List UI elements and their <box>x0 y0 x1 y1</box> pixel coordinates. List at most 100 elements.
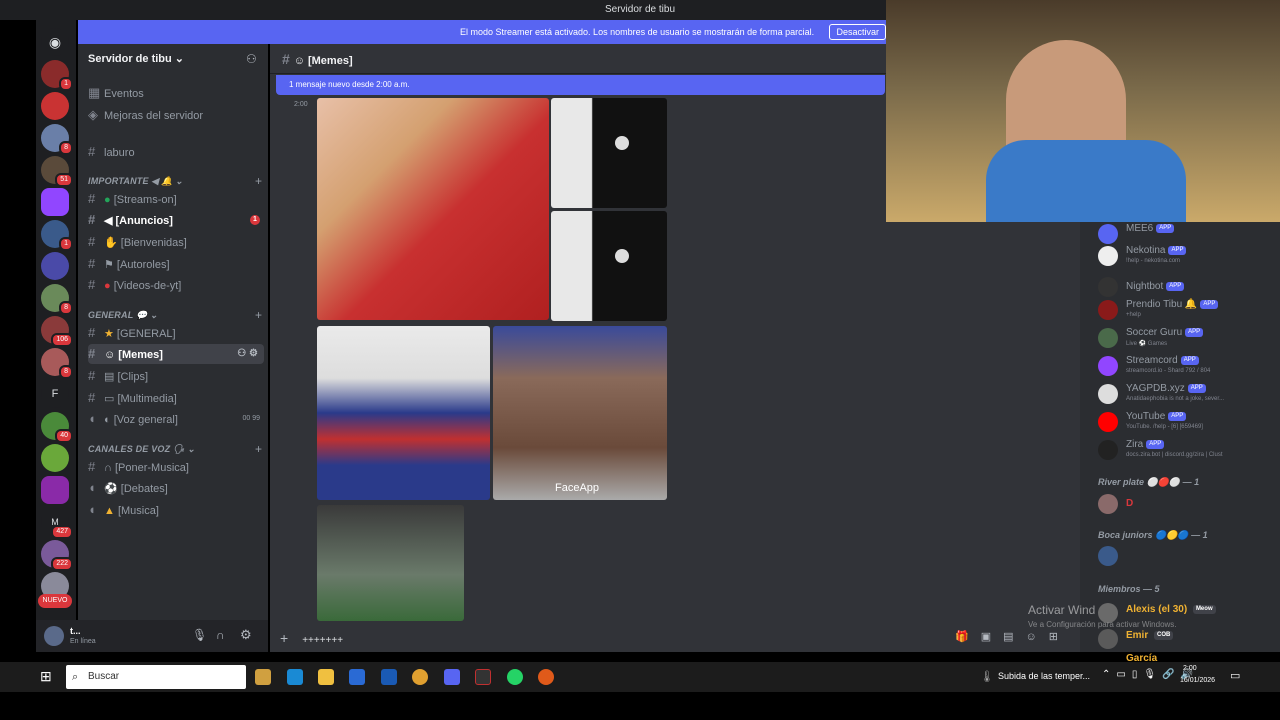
channel-multimedia[interactable]: # ▭ [Multimedia] <box>88 388 264 408</box>
server-icon-f[interactable]: F <box>41 380 69 408</box>
channel-title: [Memes] <box>307 55 353 67</box>
server-icon-8[interactable]: 8 <box>41 284 73 315</box>
discord-home-icon[interactable]: ◉ <box>41 28 69 56</box>
deactivate-button[interactable]: Desactivar <box>829 24 886 40</box>
category-voice[interactable]: CANALES DE VOZ 🗣 ⌄ <box>88 444 195 455</box>
channel-memes[interactable]: # ☺ [Memes] ⚇ ⚙ <box>88 344 264 364</box>
message-composer[interactable]: + +++++++ 🎁▣▤☺⊞ <box>280 630 1070 646</box>
channel-poner-musica[interactable]: # ∩ [Poner-Musica] <box>88 457 264 477</box>
clock-date[interactable]: 16/01/2026 <box>1180 677 1215 684</box>
add-channel-icon[interactable]: + <box>255 174 262 188</box>
member-boca[interactable] <box>1098 544 1278 570</box>
category-general[interactable]: GENERAL 💬 ⌄ <box>88 310 158 321</box>
channel-bienvenidas[interactable]: # ✋ [Bienvenidas] <box>88 232 264 252</box>
composer-text: +++++++ <box>302 635 344 646</box>
server-icon-3[interactable]: 8 <box>41 124 73 155</box>
outlook-icon[interactable] <box>381 669 397 685</box>
channel-debates[interactable]: ◖ ⚽ [Debates] <box>88 478 264 498</box>
member-soccer-guru[interactable]: Soccer Guru APP Live ⚽ Games <box>1098 326 1278 352</box>
member-nekotina[interactable]: Nekotina APP !help - nekotina.com <box>1098 244 1278 270</box>
notifications-icon[interactable]: ▭ <box>1230 669 1240 682</box>
channel-autoroles[interactable]: # ⚑ [Autoroles] <box>88 254 264 274</box>
meme-image-cat-1[interactable] <box>551 98 667 208</box>
server-badge: 1 <box>59 237 73 251</box>
server-icon-7[interactable] <box>41 252 69 280</box>
server-icon-13[interactable] <box>41 444 69 472</box>
speaker-icon: ◖ <box>88 502 96 517</box>
member-name: MEE6 <box>1126 223 1154 234</box>
chrome-icon[interactable] <box>412 669 428 685</box>
member-prendio-tibu[interactable]: Prendio Tibu 🔔 APP +help <box>1098 298 1278 324</box>
hash-icon: # <box>88 325 96 340</box>
app-badge: APP <box>1185 327 1204 337</box>
channel-laburo[interactable]: # laburo <box>88 142 264 162</box>
server-icon-14[interactable] <box>41 476 69 504</box>
clock-time[interactable]: 2:00 <box>1183 665 1197 672</box>
meme-image-dog[interactable] <box>317 98 549 320</box>
avatar[interactable] <box>44 626 64 646</box>
member-river[interactable]: D <box>1098 492 1278 518</box>
server-icon-4[interactable]: 51 <box>41 156 73 187</box>
weather-text[interactable]: Subida de las temper... <box>998 671 1090 681</box>
twitch-server-icon[interactable] <box>41 188 69 216</box>
member-yagpdb[interactable]: YAGPDB.xyz APP Anatidaephobia is not a jok… <box>1098 382 1278 408</box>
server-icon-1[interactable]: 1 <box>41 60 73 91</box>
app-icon[interactable] <box>538 669 554 685</box>
channel-videos-de-yt[interactable]: # ● [Videos-de-yt] <box>88 275 264 295</box>
taskbar-search[interactable]: ⌕ Buscar <box>66 665 246 689</box>
server-icon-10[interactable]: 8 <box>41 348 73 379</box>
server-icon-16[interactable]: 222 <box>41 540 73 571</box>
weather-icon[interactable]: 🌡 <box>980 670 994 683</box>
meme-image-faceapp[interactable]: FaceApp <box>493 326 667 500</box>
server-icon-m[interactable]: M 427 <box>41 508 73 539</box>
add-member-icon[interactable]: ⚇ <box>246 52 257 66</box>
channel-voz-general[interactable]: ◖ ◐ [Voz general] 00 99 <box>88 409 264 429</box>
faceapp-label: FaceApp <box>555 482 600 494</box>
edge-icon[interactable] <box>287 669 303 685</box>
channel-streams-on[interactable]: # ● [Streams-on] <box>88 189 264 209</box>
channel-anuncios[interactable]: # ◀ [Anuncios] 1 <box>88 210 264 230</box>
calendar-icon: ▦ <box>88 85 101 100</box>
server-badge: 106 <box>51 333 73 347</box>
gear-icon[interactable]: ⚙ <box>240 627 252 643</box>
copilot-icon[interactable] <box>255 669 271 685</box>
boosts-item[interactable]: ◈ Mejoras del servidor <box>88 105 264 125</box>
discord-taskbar-icon[interactable] <box>444 669 460 685</box>
channel-clips[interactable]: # ▤ [Clips] <box>88 366 264 386</box>
avatar <box>1098 384 1118 404</box>
server-icon-9[interactable]: 106 <box>41 316 73 347</box>
member-youtube[interactable]: YouTube APP YouTube. /help - [6] [659469] <box>1098 410 1278 436</box>
add-channel-icon[interactable]: + <box>255 308 262 322</box>
app-badge: APP <box>1168 245 1187 255</box>
microphone-icon[interactable]: 🎙 <box>192 628 207 642</box>
channel-musica[interactable]: ◖ ▲ [Musica] <box>88 500 264 520</box>
member-zira[interactable]: Zira APP docs.zira.bot | discord.gg/zira |… <box>1098 438 1278 464</box>
server-list: ◉ 1 8 51 1 8 106 8 F 40 M 427 222 NUEVO <box>36 20 76 652</box>
category-important[interactable]: IMPORTANTE ◀ 🔔 ⌄ <box>88 176 183 187</box>
settings-icon[interactable]: ⚇ ⚙ <box>237 344 258 364</box>
store-icon[interactable] <box>349 669 365 685</box>
channel-label: [Musica] <box>117 505 159 517</box>
whatsapp-icon[interactable] <box>507 669 523 685</box>
add-attachment-icon[interactable]: + <box>280 630 288 646</box>
meme-image-jersey[interactable] <box>317 326 490 500</box>
guild-tag: Meow <box>1192 604 1216 614</box>
new-messages-bar[interactable]: 1 mensaje nuevo desde 2:00 a.m. <box>276 75 885 95</box>
meme-image-field[interactable] <box>317 505 464 621</box>
member-streamcord[interactable]: Streamcord APP streamcord.io - Shard 792 /… <box>1098 354 1278 380</box>
server-icon-12[interactable]: 40 <box>41 412 73 443</box>
add-channel-icon[interactable]: + <box>255 442 262 456</box>
server-name-header[interactable]: Servidor de tibu ⌄ <box>88 52 184 65</box>
file-explorer-icon[interactable] <box>318 669 334 685</box>
red-dot-icon: ● <box>104 280 114 292</box>
server-icon-2[interactable] <box>41 92 69 120</box>
channel-general[interactable]: # ★ [GENERAL] <box>88 323 264 343</box>
composer-actions-icon[interactable]: 🎁▣▤☺⊞ <box>955 630 1070 643</box>
meme-image-cat-2[interactable] <box>551 211 667 321</box>
server-icon-6[interactable]: 1 <box>41 220 73 251</box>
windows-start-icon[interactable]: ⊞ <box>40 668 52 685</box>
headphones-icon[interactable]: ∩ <box>216 628 225 642</box>
member-garcia[interactable]: García <box>1098 650 1278 664</box>
events-item[interactable]: ▦ Eventos <box>88 83 264 103</box>
obs-icon[interactable] <box>475 669 491 685</box>
